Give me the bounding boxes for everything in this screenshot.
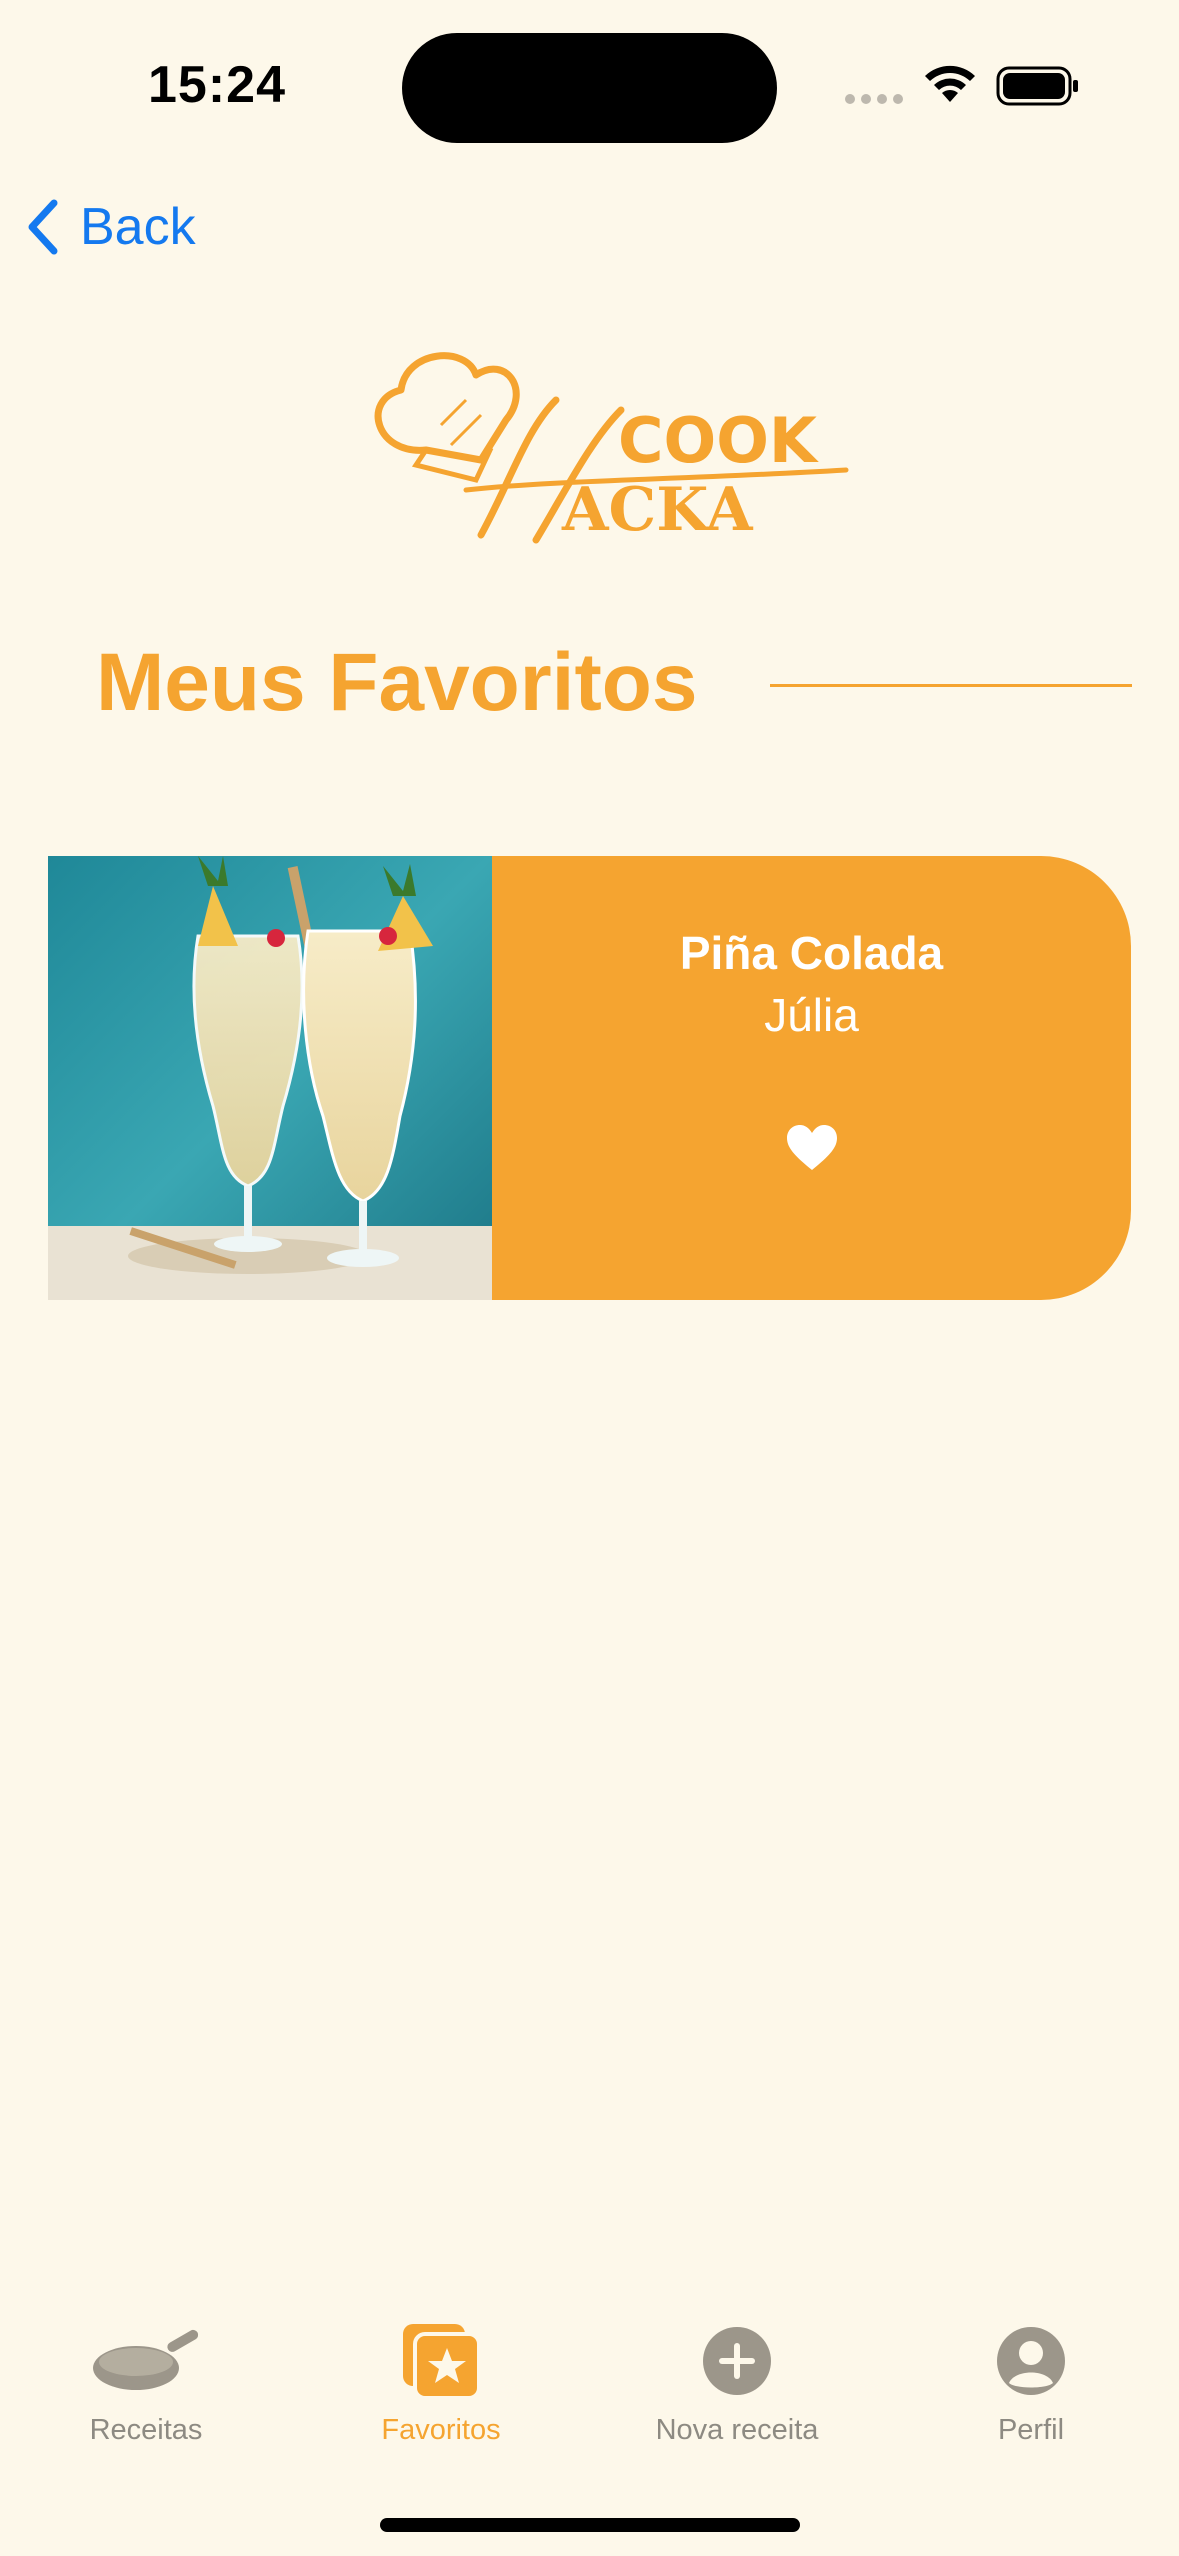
recipe-photo xyxy=(48,856,492,1300)
chevron-left-icon xyxy=(28,199,58,255)
status-time: 15:24 xyxy=(148,56,286,114)
battery-icon xyxy=(996,66,1078,106)
person-circle-icon xyxy=(997,2327,1065,2395)
plus-circle-icon xyxy=(703,2327,771,2395)
favorites-star-icon xyxy=(403,2324,481,2400)
home-indicator[interactable] xyxy=(380,2518,800,2532)
logo-acka-text: ACKA xyxy=(561,475,754,545)
frying-pan-icon xyxy=(93,2329,199,2390)
tab-receitas[interactable]: Receitas xyxy=(26,2316,266,2456)
recipe-name: Piña Colada xyxy=(679,927,944,979)
back-button[interactable]: Back xyxy=(24,192,196,262)
page-title: Meus Favoritos xyxy=(96,637,698,728)
tab-favoritos[interactable]: Favoritos xyxy=(321,2316,561,2456)
heart-icon xyxy=(786,1125,837,1170)
back-label: Back xyxy=(80,198,196,256)
tab-label-perfil: Perfil xyxy=(997,2414,1065,2446)
tab-label-favoritos: Favoritos xyxy=(381,2414,501,2446)
tab-nova-receita[interactable]: Nova receita xyxy=(617,2316,857,2456)
logo-cook-text: COOK xyxy=(618,404,819,477)
recipe-author: Júlia xyxy=(764,989,859,1041)
tab-label-receitas: Receitas xyxy=(89,2414,203,2446)
favorite-heart-button[interactable] xyxy=(785,1124,839,1177)
title-divider xyxy=(770,684,1132,687)
tab-label-nova-receita: Nova receita xyxy=(655,2414,819,2446)
tab-perfil[interactable]: Perfil xyxy=(911,2316,1151,2456)
dynamic-island xyxy=(402,33,777,143)
recipe-info: Piña Colada Júlia xyxy=(492,856,1131,1300)
wifi-icon xyxy=(925,65,975,102)
hackacook-logo: COOK ACKA xyxy=(374,352,849,545)
cellular-signal-icon xyxy=(845,94,903,104)
favorite-recipe-card[interactable]: Piña Colada Júlia xyxy=(48,856,1131,1300)
